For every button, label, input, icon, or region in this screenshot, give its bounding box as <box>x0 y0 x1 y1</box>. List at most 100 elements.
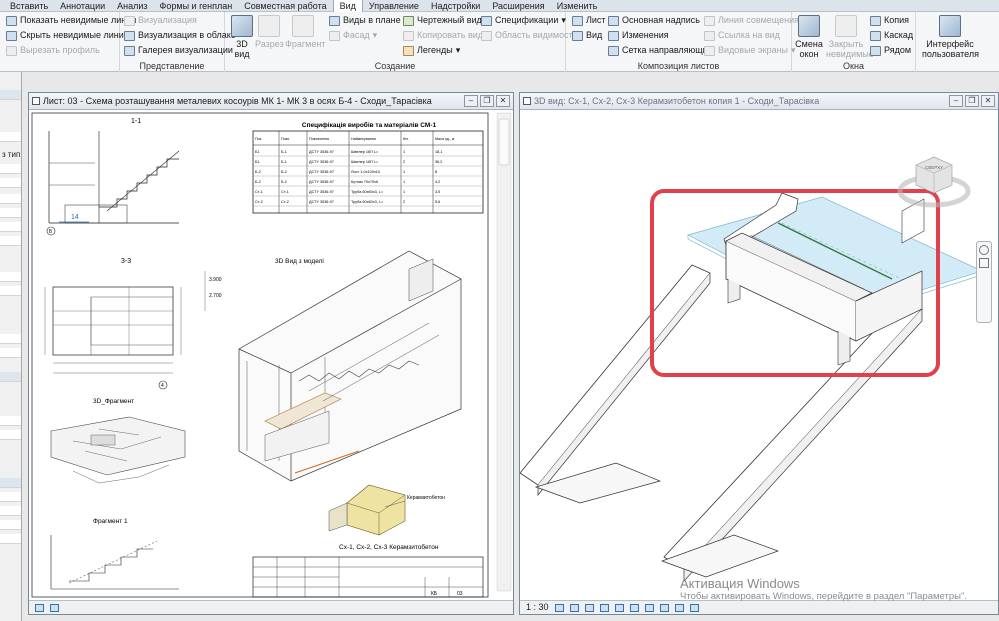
minimize-button[interactable]: – <box>949 95 963 107</box>
grid-icon <box>608 45 619 56</box>
plan-views-button[interactable]: Виды в плане▾ <box>329 15 408 26</box>
legends-button[interactable]: Легенды ▾ <box>403 45 460 56</box>
schedule-header-cell: Найменування <box>351 137 376 141</box>
minimize-button[interactable]: – <box>464 95 478 107</box>
restore-button[interactable]: ❐ <box>965 95 979 107</box>
visual-style-icon[interactable] <box>569 603 579 612</box>
shadows-icon[interactable] <box>599 603 609 612</box>
elevation-icon <box>329 30 340 41</box>
schedule-cell: 4,2 <box>435 180 440 184</box>
menu-manage[interactable]: Управление <box>363 0 425 12</box>
menu-addins[interactable]: Надстройки <box>425 0 486 12</box>
schedules-button[interactable]: Спецификации ▾ <box>481 15 566 26</box>
panel-row <box>0 534 21 544</box>
label-section-3-3: 3-3 <box>121 258 131 265</box>
crop-view-icon[interactable] <box>629 603 639 612</box>
steering-wheel-icon[interactable] <box>979 245 989 255</box>
sheet-window-title: Лист: 03 - Схема розташування металевих … <box>43 96 432 106</box>
cascade-button[interactable]: Каскад <box>870 30 913 41</box>
ui-label: Интерфейс пользователя <box>922 39 979 59</box>
ui-button[interactable]: Интерфейс пользователя <box>922 15 979 59</box>
graphics-group: Показать невидимые линии Скрыть невидимы… <box>0 12 136 72</box>
hide-hidden-button[interactable]: Скрыть невидимые линии <box>6 30 129 41</box>
render-dialog-icon[interactable] <box>614 603 624 612</box>
menu-insert[interactable]: Вставить <box>4 0 54 12</box>
create-title: Создание <box>374 61 416 71</box>
temp-hide-icon[interactable] <box>674 603 684 612</box>
title-block-label: Основная надпись <box>622 15 700 25</box>
show-crop-icon[interactable] <box>644 603 654 612</box>
guide-grid-button[interactable]: Сетка направляющих <box>608 45 712 56</box>
duplicate-label: Копировать вид <box>417 30 484 40</box>
cloud-render-button[interactable]: Визуализация в облаке <box>124 30 236 41</box>
panel-row <box>0 520 21 530</box>
view-ref-icon <box>704 30 715 41</box>
restore-button[interactable]: ❐ <box>480 95 494 107</box>
teapot-icon <box>124 15 135 26</box>
callout-button[interactable]: Фрагмент <box>285 15 325 49</box>
detail-level-icon[interactable] <box>554 603 564 612</box>
title-block-button[interactable]: Основная надпись <box>608 15 700 26</box>
menu-annotate[interactable]: Аннотации <box>54 0 111 12</box>
menu-modify[interactable]: Изменить <box>551 0 604 12</box>
stringer-right[interactable] <box>663 300 923 570</box>
render-button[interactable]: Визуализация <box>124 15 197 26</box>
cut-profile-label: Вырезать профиль <box>20 45 100 55</box>
tile-button[interactable]: Рядом <box>870 45 911 56</box>
replicate-button[interactable]: Копия <box>870 15 909 26</box>
viewcube[interactable]: СВЕРХУ <box>897 156 971 208</box>
show-hidden-button[interactable]: Показать невидимые линии <box>6 15 136 26</box>
menu-massing[interactable]: Формы и генплан <box>154 0 239 12</box>
close-button[interactable]: ✕ <box>496 95 510 107</box>
revisions-button[interactable]: Изменения <box>608 30 669 41</box>
legend-icon <box>403 45 414 56</box>
panel-row <box>0 178 21 188</box>
duplicate-view-button[interactable]: Копировать вид▾ <box>403 30 491 41</box>
schedule-cell: Труба 60x60x3, L= <box>351 200 384 204</box>
view3d-window-titlebar[interactable]: 3D вид: Сх-1, Сх-2, Сх-3 Керамзитобетон … <box>520 93 998 110</box>
sheet-window-titlebar[interactable]: Лист: 03 - Схема розташування металевих … <box>29 93 513 110</box>
viewports-button[interactable]: Видовые экраны ▾ <box>704 45 796 56</box>
drafting-icon <box>403 15 414 26</box>
view3d-button[interactable]: 3D вид <box>229 15 255 59</box>
label-fragment-1: Фрагмент 1 <box>93 518 128 525</box>
sheet-canvas[interactable]: 1-1 Б 14 3-3 4 3.900 2.700 3D_Фрагмент Ф… <box>29 111 513 600</box>
sheet-scrollbar[interactable] <box>496 112 512 592</box>
menu-collaborate[interactable]: Совместная работа <box>238 0 332 12</box>
axis-4-label: 4 <box>161 383 164 389</box>
matchline-button[interactable]: Линия совмещения <box>704 15 799 26</box>
gallery-button[interactable]: Галерея визуализации <box>124 45 233 56</box>
sun-path-icon[interactable] <box>584 603 594 612</box>
navigation-bar[interactable] <box>976 241 992 323</box>
drafting-button[interactable]: Чертежный вид <box>403 15 482 26</box>
cut-profile-button[interactable]: Вырезать профиль <box>6 45 100 56</box>
view3d-canvas[interactable]: СВЕРХУ <box>520 111 998 600</box>
view-scale[interactable]: 1 : 30 <box>526 601 549 614</box>
gallery-label: Галерея визуализации <box>138 45 233 55</box>
switch-windows-button[interactable]: Смена окон <box>795 15 823 59</box>
sheet-status-icon[interactable] <box>35 603 44 612</box>
title-block-icon <box>608 15 619 26</box>
sheet-navbar[interactable] <box>498 118 510 166</box>
sheet-window[interactable]: Лист: 03 - Схема розташування металевих … <box>28 92 514 615</box>
view-ref-button[interactable]: Ссылка на вид <box>704 30 780 41</box>
close-hidden-button[interactable]: Закрыть невидимые <box>826 15 874 59</box>
sheet-button[interactable]: Лист <box>572 15 606 26</box>
lock-view-icon[interactable] <box>659 603 669 612</box>
sheet-crop-icon[interactable] <box>50 603 59 612</box>
menu-analyze[interactable]: Анализ <box>111 0 153 12</box>
close-button[interactable]: ✕ <box>981 95 995 107</box>
menu-extensions[interactable]: Расширения <box>486 0 550 12</box>
reveal-hidden-icon[interactable] <box>689 603 699 612</box>
place-view-button[interactable]: Вид <box>572 30 602 41</box>
schedule-cell: Ст-1 <box>281 190 289 194</box>
section-button[interactable]: Разрез <box>255 15 284 49</box>
menu-view[interactable]: Вид <box>332 0 363 12</box>
zoom-icon[interactable] <box>979 258 989 268</box>
view3d-window[interactable]: 3D вид: Сх-1, Сх-2, Сх-3 Керамзитобетон … <box>519 92 999 615</box>
elevation-button[interactable]: Фасад ▾ <box>329 30 377 41</box>
properties-panel[interactable]: з тип <box>0 72 22 621</box>
label-3d-fragment: 3D_Фрагмент <box>93 398 134 405</box>
sheet-group: Лист Вид Основная надпись Изменения Сетк… <box>566 12 799 72</box>
scope-box-button[interactable]: Область видимости <box>481 30 578 41</box>
